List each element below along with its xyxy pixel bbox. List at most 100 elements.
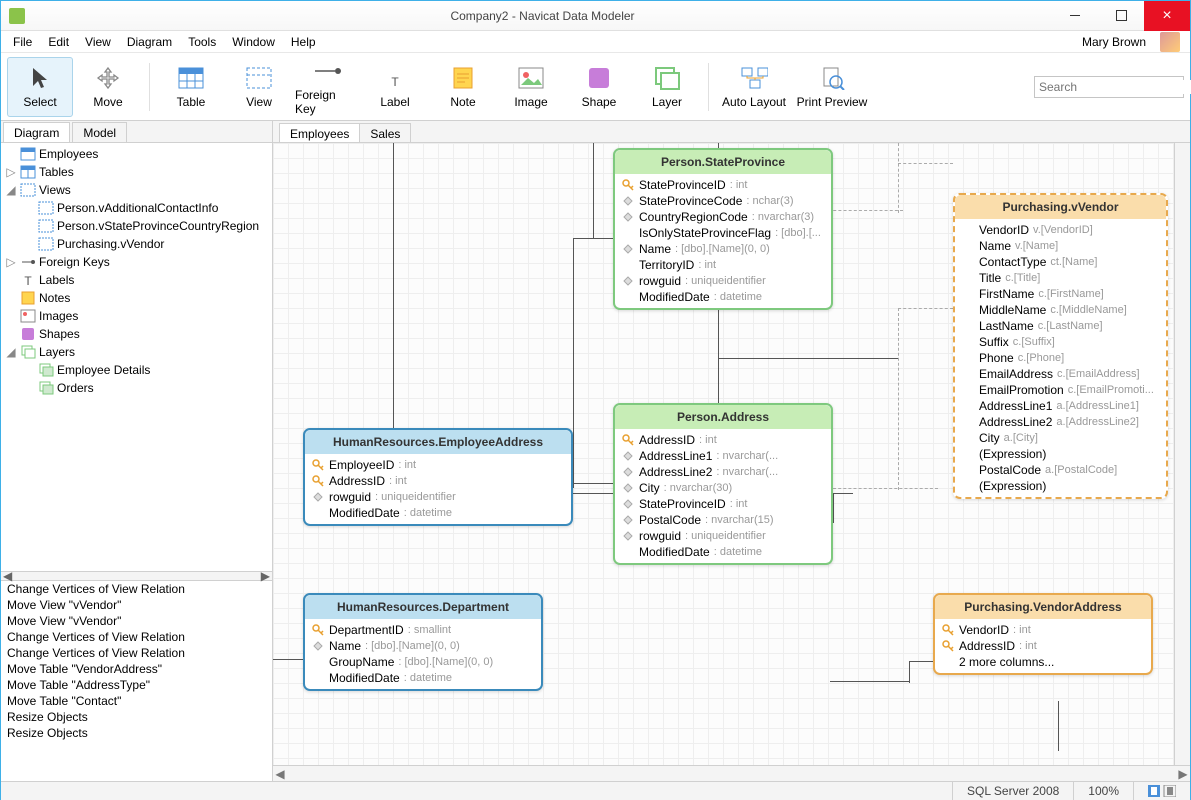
search-input[interactable] xyxy=(1039,80,1191,94)
tree-item[interactable]: ◢Layers xyxy=(1,343,272,361)
minimize-button[interactable] xyxy=(1052,1,1098,31)
column-row[interactable]: City a.[City] xyxy=(955,430,1166,446)
column-row[interactable]: CountryRegionCode: nvarchar(3) xyxy=(615,209,831,225)
history-item[interactable]: Move View "vVendor" xyxy=(1,597,272,613)
column-row[interactable]: City: nvarchar(30) xyxy=(615,480,831,496)
column-row[interactable]: PostalCode: nvarchar(15) xyxy=(615,512,831,528)
column-row[interactable]: ModifiedDate: datetime xyxy=(305,670,541,686)
tree-item[interactable]: TLabels xyxy=(1,271,272,289)
tree-item[interactable]: Person.vAdditionalContactInfo xyxy=(1,199,272,217)
label-button[interactable]: TLabel xyxy=(362,57,428,117)
menu-diagram[interactable]: Diagram xyxy=(119,33,180,51)
column-row[interactable]: Name v.[Name] xyxy=(955,238,1166,254)
tree-item[interactable]: ◢Views xyxy=(1,181,272,199)
column-row[interactable]: ContactType ct.[Name] xyxy=(955,254,1166,270)
scrollbar-vertical[interactable] xyxy=(1174,143,1190,765)
column-row[interactable]: AddressLine1 a.[AddressLine1] xyxy=(955,398,1166,414)
column-row[interactable]: rowguid: uniqueidentifier xyxy=(615,528,831,544)
print-preview-button[interactable]: Print Preview xyxy=(793,57,871,117)
tree-item[interactable]: Images xyxy=(1,307,272,325)
tree-item[interactable]: ▷Foreign Keys xyxy=(1,253,272,271)
history-item[interactable]: Move Table "Contact" xyxy=(1,693,272,709)
column-row[interactable]: AddressID: int xyxy=(615,432,831,448)
column-row[interactable]: AddressLine2: nvarchar(... xyxy=(615,464,831,480)
column-row[interactable]: StateProvinceCode: nchar(3) xyxy=(615,193,831,209)
tree-item[interactable]: Employees xyxy=(1,145,272,163)
column-row[interactable]: (Expression) xyxy=(955,478,1166,494)
menu-window[interactable]: Window xyxy=(224,33,283,51)
tab-employees[interactable]: Employees xyxy=(279,123,360,142)
entity-address[interactable]: Person.Address AddressID: intAddressLine… xyxy=(613,403,833,565)
search-box[interactable] xyxy=(1034,76,1184,98)
column-row[interactable]: StateProvinceID: int xyxy=(615,177,831,193)
column-row[interactable]: StateProvinceID: int xyxy=(615,496,831,512)
status-view-toggle[interactable] xyxy=(1133,782,1190,800)
shape-button[interactable]: Shape xyxy=(566,57,632,117)
tree-item[interactable]: Employee Details xyxy=(1,361,272,379)
column-row[interactable]: TerritoryID: int xyxy=(615,257,831,273)
menu-view[interactable]: View xyxy=(77,33,119,51)
canvas[interactable]: Person.StateProvince StateProvinceID: in… xyxy=(273,143,1190,765)
column-row[interactable]: ModifiedDate: datetime xyxy=(305,505,571,521)
tree-item[interactable]: Purchasing.vVendor xyxy=(1,235,272,253)
menu-edit[interactable]: Edit xyxy=(40,33,77,51)
entity-vvendor[interactable]: Purchasing.vVendor VendorID v.[VendorID]… xyxy=(953,193,1168,499)
user-name[interactable]: Mary Brown xyxy=(1074,33,1154,51)
column-row[interactable]: GroupName: [dbo].[Name](0, 0) xyxy=(305,654,541,670)
column-row[interactable]: IsOnlyStateProvinceFlag: [dbo].[... xyxy=(615,225,831,241)
column-row[interactable]: VendorID v.[VendorID] xyxy=(955,222,1166,238)
column-row[interactable]: EmailAddress c.[EmailAddress] xyxy=(955,366,1166,382)
history-item[interactable]: Move View "vVendor" xyxy=(1,613,272,629)
sidebar-splitter[interactable]: ◀▶ xyxy=(1,571,272,581)
tree-item[interactable]: Person.vStateProvinceCountryRegion xyxy=(1,217,272,235)
tab-diagram[interactable]: Diagram xyxy=(3,122,70,142)
auto-layout-button[interactable]: Auto Layout xyxy=(717,57,791,117)
column-row[interactable]: PostalCode a.[PostalCode] xyxy=(955,462,1166,478)
tab-sales[interactable]: Sales xyxy=(359,123,411,142)
column-row[interactable]: (Expression) xyxy=(955,446,1166,462)
column-row[interactable]: AddressLine2 a.[AddressLine2] xyxy=(955,414,1166,430)
table-button[interactable]: Table xyxy=(158,57,224,117)
layer-button[interactable]: Layer xyxy=(634,57,700,117)
entity-vendoraddress[interactable]: Purchasing.VendorAddress VendorID: intAd… xyxy=(933,593,1153,675)
scrollbar-horizontal[interactable]: ◀▶ xyxy=(273,765,1190,781)
column-row[interactable]: Name: [dbo].[Name](0, 0) xyxy=(305,638,541,654)
entity-employeeaddress[interactable]: HumanResources.EmployeeAddress EmployeeI… xyxy=(303,428,573,526)
column-row[interactable]: EmployeeID: int xyxy=(305,457,571,473)
close-button[interactable]: × xyxy=(1144,1,1190,31)
column-row[interactable]: MiddleName c.[MiddleName] xyxy=(955,302,1166,318)
column-row[interactable]: DepartmentID: smallint xyxy=(305,622,541,638)
history-item[interactable]: Move Table "VendorAddress" xyxy=(1,661,272,677)
history-item[interactable]: Change Vertices of View Relation xyxy=(1,581,272,597)
history-item[interactable]: Resize Objects xyxy=(1,709,272,725)
column-row[interactable]: AddressID: int xyxy=(935,638,1151,654)
maximize-button[interactable] xyxy=(1098,1,1144,31)
view-button[interactable]: View xyxy=(226,57,292,117)
column-row[interactable]: FirstName c.[FirstName] xyxy=(955,286,1166,302)
column-row[interactable]: Suffix c.[Suffix] xyxy=(955,334,1166,350)
history-item[interactable]: Resize Objects xyxy=(1,725,272,741)
column-row[interactable]: rowguid: uniqueidentifier xyxy=(615,273,831,289)
note-button[interactable]: Note xyxy=(430,57,496,117)
menu-tools[interactable]: Tools xyxy=(180,33,224,51)
column-row[interactable]: AddressID: int xyxy=(305,473,571,489)
entity-stateprovince[interactable]: Person.StateProvince StateProvinceID: in… xyxy=(613,148,833,310)
history-item[interactable]: Change Vertices of View Relation xyxy=(1,629,272,645)
column-row[interactable]: 2 more columns... xyxy=(935,654,1151,670)
column-row[interactable]: LastName c.[LastName] xyxy=(955,318,1166,334)
column-row[interactable]: Phone c.[Phone] xyxy=(955,350,1166,366)
column-row[interactable]: ModifiedDate: datetime xyxy=(615,289,831,305)
tab-model[interactable]: Model xyxy=(72,122,127,142)
entity-department[interactable]: HumanResources.Department DepartmentID: … xyxy=(303,593,543,691)
menu-help[interactable]: Help xyxy=(283,33,324,51)
avatar[interactable] xyxy=(1160,32,1180,52)
status-zoom[interactable]: 100% xyxy=(1073,782,1133,800)
history-item[interactable]: Change Vertices of View Relation xyxy=(1,645,272,661)
column-row[interactable]: rowguid: uniqueidentifier xyxy=(305,489,571,505)
tree[interactable]: Employees▷Tables◢ViewsPerson.vAdditional… xyxy=(1,143,272,571)
tree-item[interactable]: Shapes xyxy=(1,325,272,343)
move-button[interactable]: Move xyxy=(75,57,141,117)
select-button[interactable]: Select xyxy=(7,57,73,117)
foreign-key-button[interactable]: Foreign Key xyxy=(294,57,360,117)
history-panel[interactable]: Change Vertices of View RelationMove Vie… xyxy=(1,581,272,781)
